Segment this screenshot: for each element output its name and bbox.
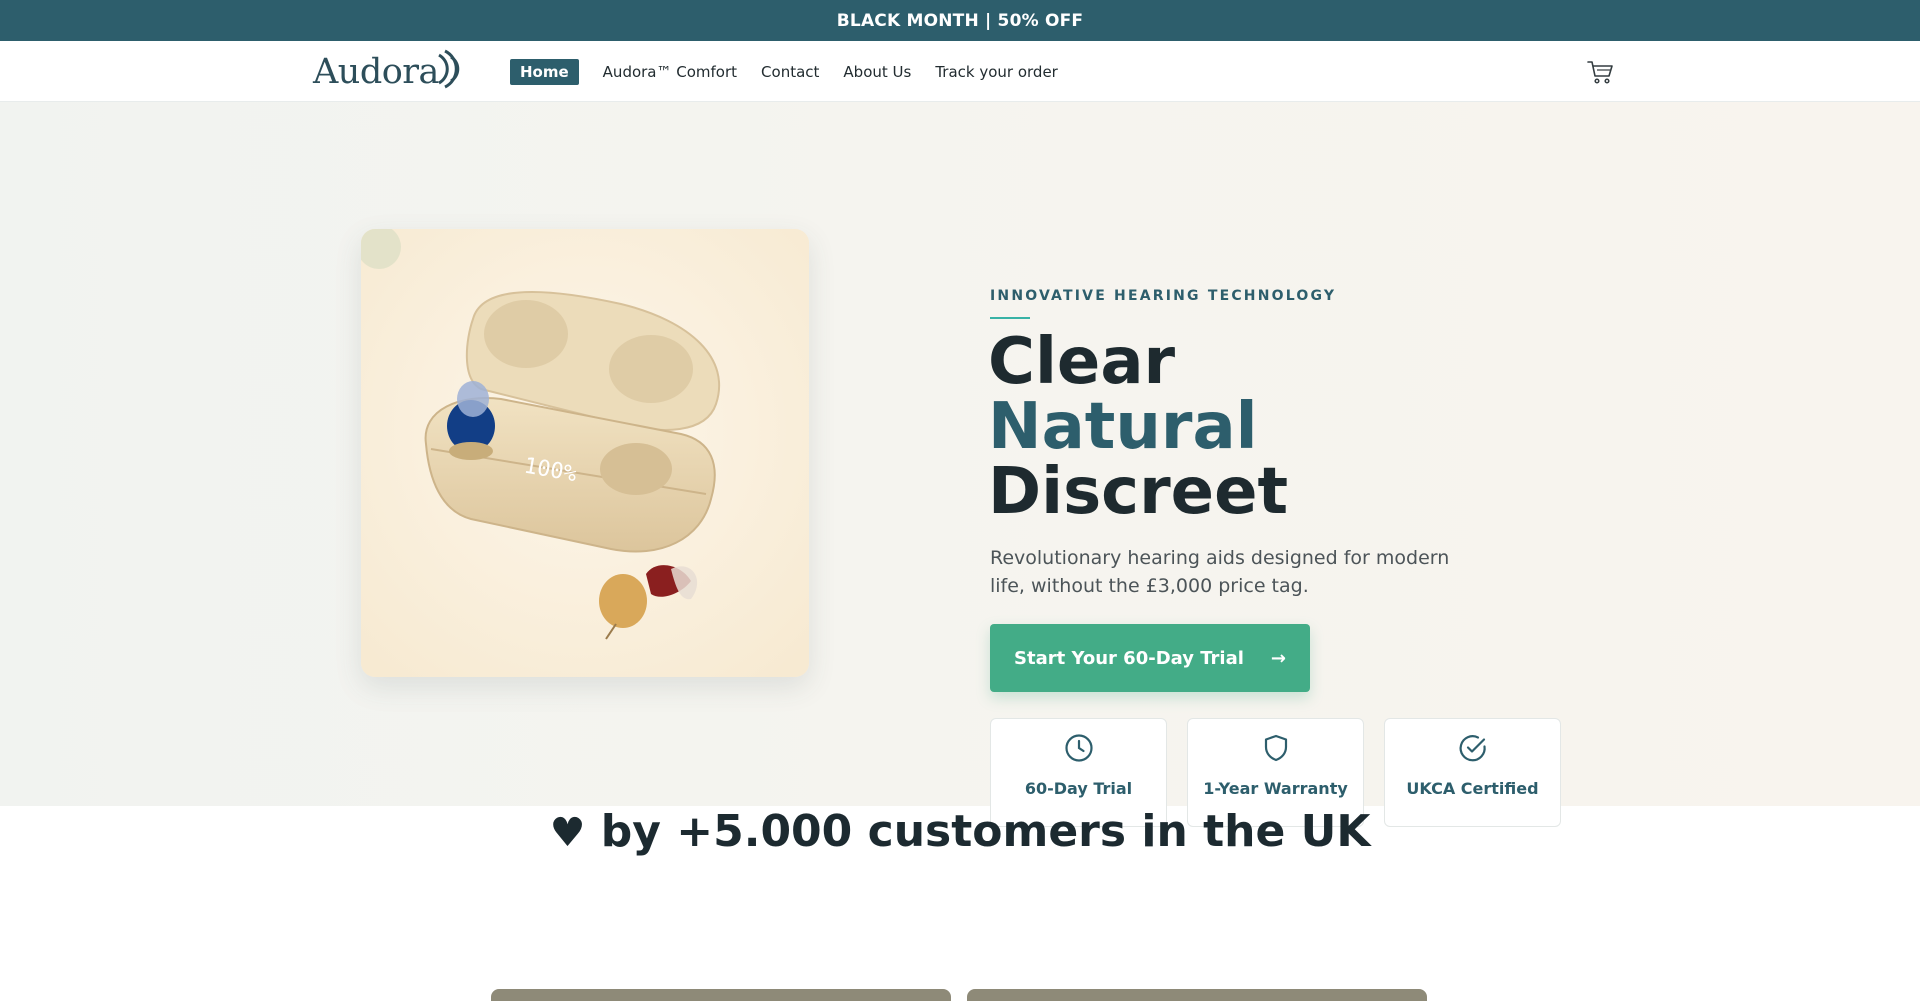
feature-trial-label: 60-Day Trial: [1024, 779, 1133, 798]
headline-line-1: Clear: [988, 325, 1176, 399]
shield-icon: [1264, 734, 1287, 762]
site-header: Audora Home Audora™ Comfort Contact Abou…: [0, 41, 1920, 102]
nav-home[interactable]: Home: [510, 59, 579, 85]
logo-arcs-icon: [438, 49, 460, 89]
hearing-aid-case-illustration: 100%: [361, 229, 809, 677]
hero-headline: Clear Natural Discreet: [988, 330, 1288, 525]
logo-text: Audora: [313, 52, 439, 92]
nav-about-us[interactable]: About Us: [843, 59, 911, 85]
eyebrow-divider: [990, 317, 1030, 319]
cart-icon: [1587, 61, 1613, 84]
announcement-bar: BLACK MONTH | 50% OFF: [0, 0, 1920, 41]
heart-icon: ♥: [549, 810, 586, 856]
feature-certified-label: UKCA Certified: [1406, 779, 1539, 798]
nav-track-order[interactable]: Track your order: [935, 59, 1058, 85]
start-trial-label: Start Your 60-Day Trial: [1014, 647, 1244, 669]
nav-contact[interactable]: Contact: [761, 59, 819, 85]
review-card[interactable]: [967, 989, 1427, 1001]
cart-button[interactable]: [1586, 59, 1614, 85]
headline-line-3: Discreet: [988, 455, 1289, 529]
clock-icon: [1064, 734, 1093, 762]
hero-subtitle: Revolutionary hearing aids designed for …: [990, 547, 1450, 597]
start-trial-button[interactable]: Start Your 60-Day Trial →: [990, 624, 1310, 692]
arrow-right-icon: →: [1270, 647, 1286, 669]
headline-line-2: Natural: [988, 390, 1258, 464]
product-image: 100%: [361, 229, 809, 677]
nav-audora-comfort[interactable]: Audora™ Comfort: [603, 59, 737, 85]
announcement-text: BLACK MONTH | 50% OFF: [836, 10, 1084, 31]
check-circle-icon: [1459, 735, 1486, 762]
main-nav: Home Audora™ Comfort Contact About Us Tr…: [510, 59, 1082, 85]
review-card[interactable]: [491, 989, 951, 1001]
hero-section: 100% INNOVATIVE HEARING TECHNOLOGY Clear…: [0, 102, 1920, 827]
logo[interactable]: Audora: [313, 49, 461, 94]
social-proof-heading: ♥ by +5.000 customers in the UK: [0, 806, 1920, 857]
social-proof-text: by +5.000 customers in the UK: [600, 806, 1371, 857]
hero-eyebrow: INNOVATIVE HEARING TECHNOLOGY: [990, 288, 1337, 304]
feature-warranty-label: 1-Year Warranty: [1203, 779, 1348, 798]
